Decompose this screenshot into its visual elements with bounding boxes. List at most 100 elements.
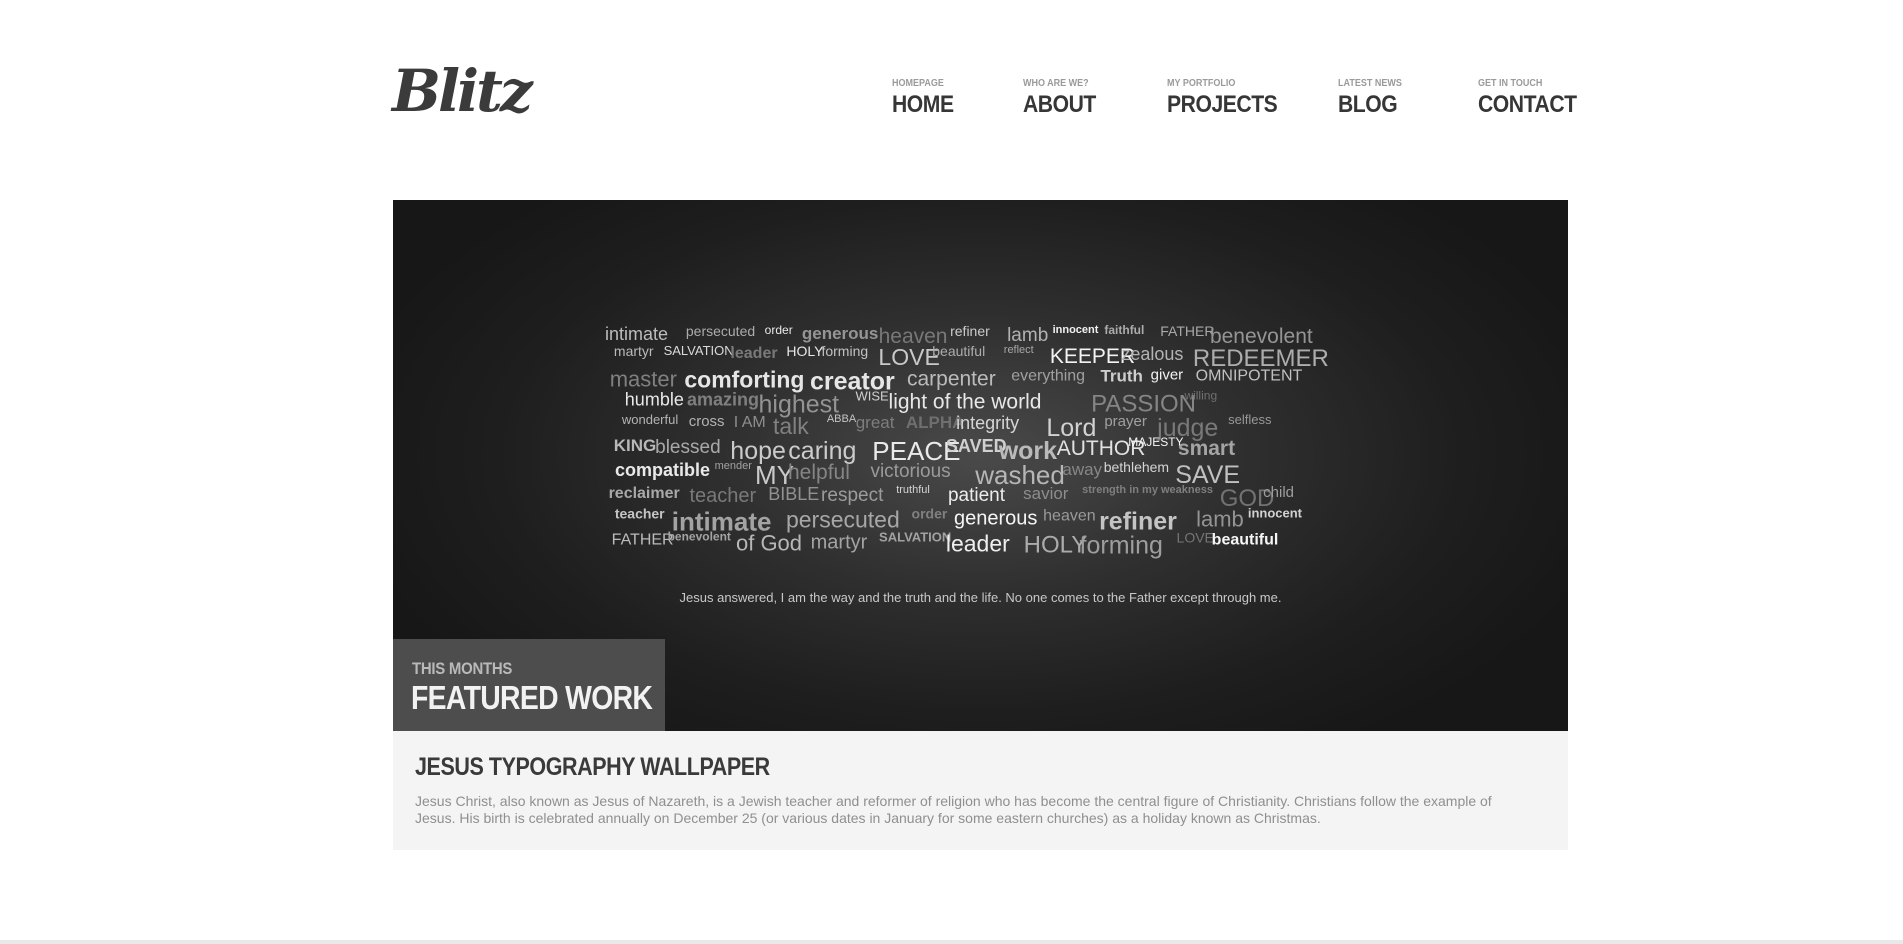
site-logo[interactable]: Blitz (392, 60, 533, 122)
cloud-word: KING (614, 436, 657, 455)
nav-projects-sub: MY PORTFOLIO (1167, 78, 1236, 89)
cloud-word: zealous (1121, 344, 1183, 364)
cloud-word: intimate (605, 324, 668, 344)
cloud-word: FATHER (612, 532, 674, 549)
cloud-word: everything (1011, 367, 1085, 384)
cloud-word: giver (1151, 366, 1184, 383)
cloud-word: child (1263, 484, 1294, 501)
nav-blog[interactable]: LATEST NEWS BLOG (1338, 78, 1409, 118)
cloud-word: smart (1178, 437, 1235, 460)
featured-sublabel: THIS MONTHS (412, 659, 513, 678)
cloud-word: MAJESTY (1128, 435, 1183, 449)
nav-blog-sub: LATEST NEWS (1338, 78, 1402, 89)
nav-projects-label: PROJECTS (1167, 91, 1278, 118)
nav-about-label: ABOUT (1023, 91, 1096, 118)
nav-home-sub: HOMEPAGE (892, 78, 944, 89)
cloud-word: leader (946, 531, 1010, 557)
cloud-word: reflect (1004, 344, 1034, 356)
cloud-word: blessed (655, 437, 721, 458)
cloud-word: persecuted (686, 323, 755, 339)
cloud-word: WISE (855, 389, 889, 404)
cloud-word: cross (689, 413, 725, 430)
featured-heading: FEATURED WORK (411, 679, 653, 716)
cloud-word: HOLY (786, 343, 824, 359)
cloud-word: heaven (1043, 508, 1096, 525)
cloud-word: integrity (956, 413, 1019, 433)
cloud-word: respect (821, 485, 884, 506)
cloud-word: patient (948, 485, 1006, 506)
cloud-word: comforting (684, 366, 804, 392)
cloud-word: FATHER (1160, 323, 1214, 339)
nav-about[interactable]: WHO ARE WE? ABOUT (1023, 78, 1106, 118)
cloud-word: faithful (1104, 323, 1144, 337)
cloud-word: truthful (896, 484, 930, 496)
cloud-word: leader (730, 345, 777, 362)
cloud-word: LOVE (1177, 530, 1214, 546)
cloud-word: selfless (1228, 412, 1272, 427)
cloud-word: LOVE (878, 344, 939, 370)
cloud-word: carpenter (907, 367, 996, 390)
cloud-word: forming (821, 343, 868, 359)
footer-divider (0, 940, 1903, 944)
featured-label-box: THIS MONTHS FEATURED WORK (393, 639, 665, 731)
cloud-word: innocent (1053, 324, 1099, 336)
cloud-word: reclaimer (609, 485, 680, 502)
featured-slide[interactable]: intimate persecuted order generous heaven ref… (393, 200, 1568, 731)
featured-title[interactable]: JESUS TYPOGRAPHY WALLPAPER (415, 753, 770, 782)
cloud-word: benevolent (668, 530, 731, 544)
nav-projects[interactable]: MY PORTFOLIO PROJECTS (1167, 78, 1292, 118)
cloud-word: lamb (1007, 325, 1048, 346)
cloud-word: prayer (1104, 413, 1147, 430)
cloud-word: BIBLE (768, 484, 819, 504)
cloud-word: SAVED (946, 436, 1007, 456)
cloud-word: bethlehem (1104, 459, 1169, 475)
cloud-word: beautiful (932, 343, 985, 359)
cloud-word: I AM (734, 414, 766, 431)
nav-contact[interactable]: GET IN TOUCH CONTACT (1478, 78, 1590, 118)
cloud-word: OMNIPOTENT (1196, 367, 1303, 384)
cloud-word: order (765, 323, 793, 337)
cloud-word: SALVATION (879, 530, 951, 545)
nav-about-sub: WHO ARE WE? (1023, 78, 1089, 89)
cloud-word: refiner (950, 323, 990, 339)
cloud-word: savior (1023, 484, 1069, 503)
cloud-word: generous (802, 324, 879, 343)
cloud-word: beautiful (1212, 532, 1279, 549)
cloud-word: order (912, 506, 948, 522)
cloud-word: persecuted (786, 507, 900, 533)
cloud-word: strength in my weakness (1082, 484, 1213, 496)
nav-home[interactable]: HOMEPAGE HOME (892, 78, 962, 118)
cloud-word: of God (736, 531, 802, 556)
nav-blog-label: BLOG (1338, 91, 1398, 118)
cloud-word: teacher (615, 506, 665, 522)
cloud-word: martyr (811, 532, 868, 554)
cloud-word: amazing (687, 390, 759, 410)
cloud-word: willing (1183, 389, 1217, 403)
cloud-word: lamb (1196, 507, 1244, 532)
nav-contact-sub: GET IN TOUCH (1478, 78, 1543, 89)
cloud-word: innocent (1248, 506, 1303, 521)
cloud-word: forming (1080, 532, 1163, 560)
cloud-word: victorious (870, 461, 950, 482)
cloud-word: humble (625, 390, 684, 410)
cloud-word: light of the world (889, 391, 1042, 414)
nav-home-label: HOME (892, 91, 954, 118)
cloud-word: teacher (689, 485, 756, 507)
cloud-word: SALVATION (664, 343, 734, 358)
featured-description: Jesus Christ, also known as Jesus of Naz… (415, 793, 1492, 826)
cloud-word: ABBA (827, 413, 857, 425)
cloud-word: mender (715, 460, 753, 472)
slide-quote: Jesus answered, I am the way and the tru… (679, 590, 1282, 605)
featured-caption: JESUS TYPOGRAPHY WALLPAPER Jesus Christ,… (393, 731, 1568, 850)
cloud-word: martyr (614, 343, 654, 359)
cloud-word: away (1062, 460, 1102, 479)
cloud-word: helpful (788, 461, 850, 484)
cloud-word: wonderful (621, 412, 678, 427)
cloud-word: master (610, 366, 677, 391)
cloud-word: talk (773, 413, 809, 439)
cloud-word: great (856, 413, 895, 432)
cloud-word: Truth (1100, 366, 1143, 385)
cloud-word: generous (954, 508, 1037, 530)
nav-contact-label: CONTACT (1478, 91, 1577, 118)
cloud-word: compatible (615, 460, 710, 480)
